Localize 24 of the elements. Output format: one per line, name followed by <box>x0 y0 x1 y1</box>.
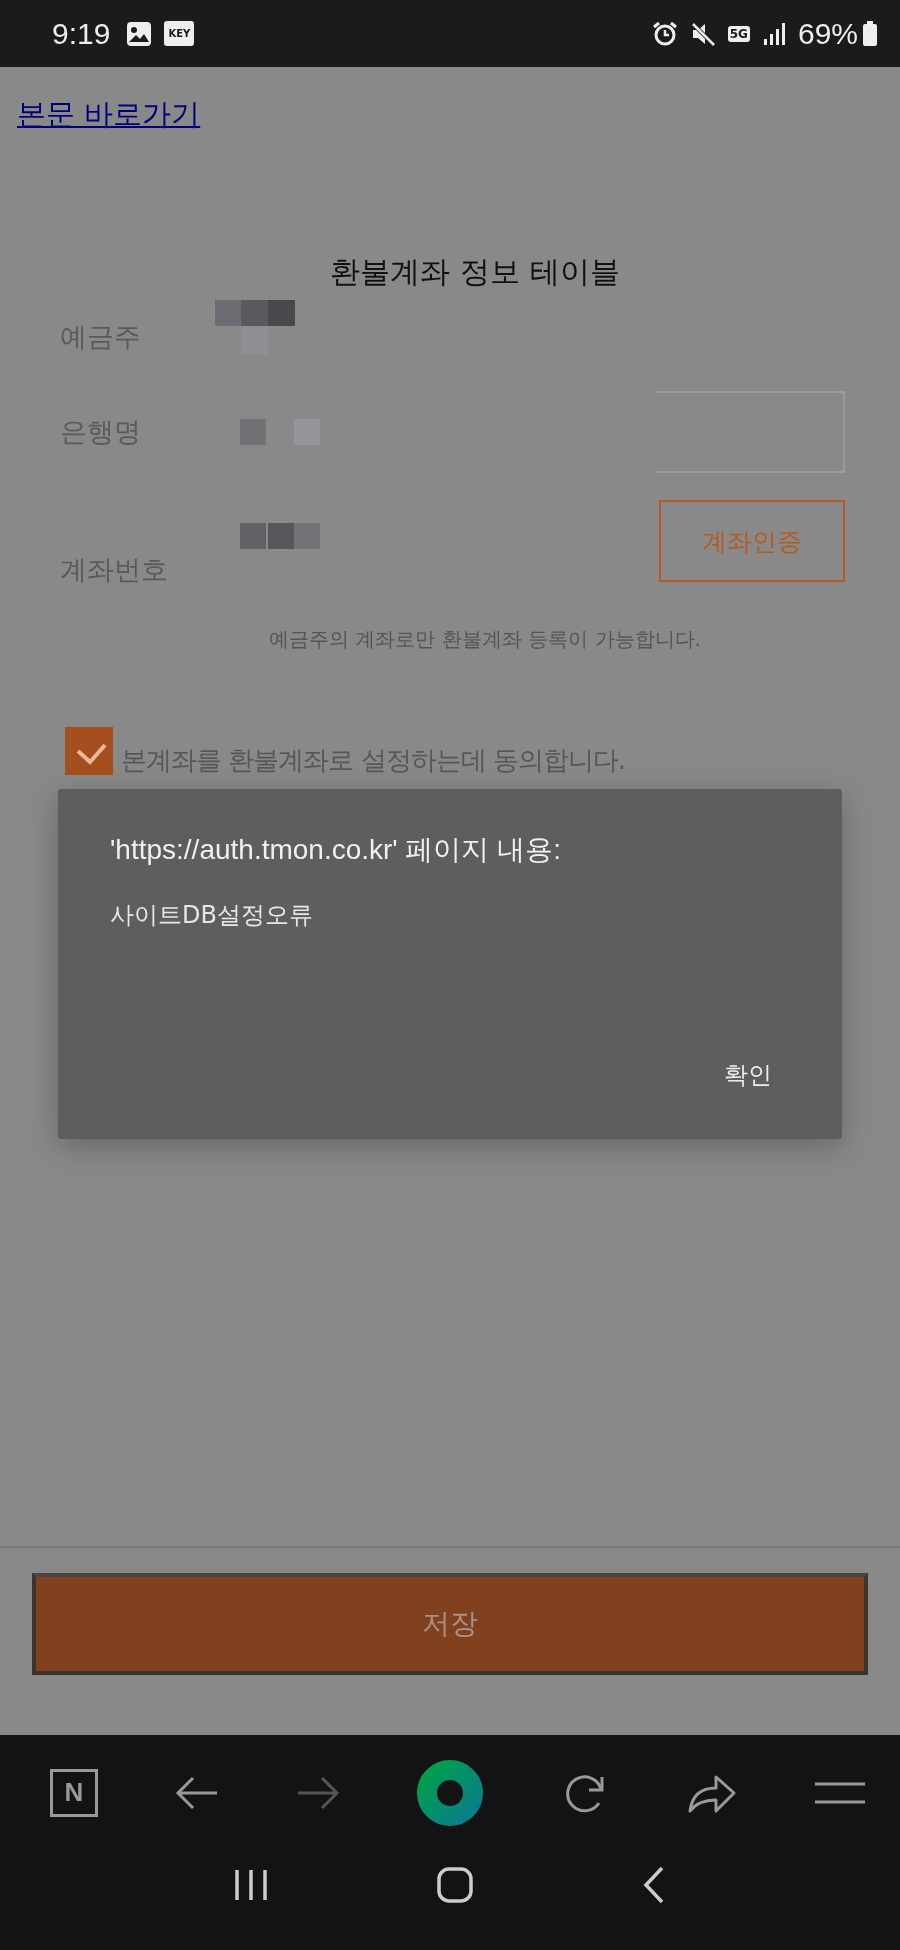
dialog-title: 'https://auth.tmon.co.kr' 페이지 내용: <box>110 833 563 867</box>
mute-icon <box>689 20 716 47</box>
agree-checkbox[interactable] <box>65 726 113 775</box>
back-icon[interactable] <box>641 1866 666 1904</box>
key-badge: KEY <box>164 21 195 46</box>
menu-icon[interactable] <box>814 1780 865 1805</box>
alarm-icon <box>651 20 678 47</box>
battery-level: 69% <box>797 16 858 51</box>
ring-icon[interactable] <box>417 1759 484 1826</box>
signal-icon <box>761 21 786 46</box>
skip-link[interactable]: 본문 바로가기 <box>17 95 201 135</box>
battery-icon <box>862 20 878 47</box>
save-button[interactable]: 저장 <box>32 1573 868 1675</box>
forward-arrow-icon[interactable] <box>296 1774 341 1811</box>
ok-button[interactable]: 확인 <box>708 1055 788 1095</box>
home-icon[interactable] <box>437 1867 473 1903</box>
form-title: 환불계좌 정보 테이블 <box>329 253 621 291</box>
image-icon <box>126 20 153 47</box>
dialog-message: 사이트DB설정오류 <box>110 900 314 931</box>
recent-apps-icon[interactable] <box>234 1868 269 1902</box>
network-badge: 5G <box>727 25 750 42</box>
home-logo-icon[interactable]: N <box>50 1768 98 1817</box>
back-arrow-icon[interactable] <box>175 1774 220 1811</box>
clock: 9:19 <box>52 16 111 51</box>
